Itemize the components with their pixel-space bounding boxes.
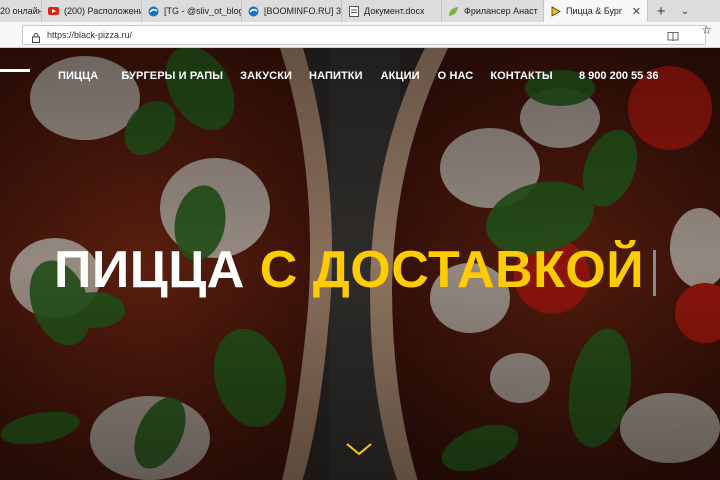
nav-contacts[interactable]: КОНТАКТЫ <box>490 70 552 82</box>
tab-label: Документ.docx <box>364 6 425 16</box>
document-icon <box>348 5 359 17</box>
tab-4[interactable]: [BOOMINFO.RU] 3 <box>242 0 342 22</box>
lock-icon <box>32 30 40 48</box>
tab-label: [BOOMINFO.RU] 3 <box>264 6 341 16</box>
tab-menu-button[interactable]: ⌄ <box>674 0 696 22</box>
tab-active[interactable]: Пицца & Бург ✕ <box>544 0 648 22</box>
edge-icon <box>148 6 159 17</box>
nav-drinks[interactable]: НАПИТКИ <box>309 70 363 82</box>
typing-cursor <box>653 250 656 296</box>
tab-label: 20 онлайн <box>0 6 41 16</box>
tab-label: [TG - @sliv_ot_blog <box>164 6 241 16</box>
scroll-down-chevron-icon[interactable] <box>345 442 373 461</box>
nav-burgers[interactable]: БУРГЕРЫ И РАПЫ <box>121 70 223 82</box>
new-tab-button[interactable]: + <box>648 0 674 22</box>
menu-bar-icon[interactable] <box>0 69 30 72</box>
reading-view-icon[interactable] <box>667 29 679 47</box>
tab-bar: 20 онлайн (200) Расположени [TG - @sliv_… <box>0 0 720 22</box>
tab-label: (200) Расположени <box>64 6 141 16</box>
close-tab-icon[interactable]: ✕ <box>632 5 641 18</box>
url-text: https://black-pizza.ru/ <box>47 30 133 40</box>
tab-6[interactable]: Фрилансер Анаст <box>442 0 544 22</box>
nav-about[interactable]: О НАС <box>438 70 474 82</box>
url-field[interactable]: https://black-pizza.ru/ <box>22 25 706 45</box>
edge-icon <box>248 6 259 17</box>
nav-pizza[interactable]: ПИЦЦА <box>58 70 98 82</box>
tab-2[interactable]: (200) Расположени <box>42 0 142 22</box>
address-bar: https://black-pizza.ru/ ☆ <box>0 22 720 48</box>
favorite-star-icon[interactable]: ☆ <box>701 23 712 37</box>
tab-label: Фрилансер Анаст <box>464 6 538 16</box>
main-nav: ПИЦЦА БУРГЕРЫ И РАПЫ ЗАКУСКИ НАПИТКИ АКЦ… <box>58 70 553 82</box>
nav-snacks[interactable]: ЗАКУСКИ <box>240 70 292 82</box>
headline-yellow: С ДОСТАВКОЙ <box>259 241 645 299</box>
youtube-icon <box>48 6 59 17</box>
tab-5[interactable]: Документ.docx <box>342 0 442 22</box>
tab-label: Пицца & Бург <box>566 6 623 16</box>
web-page: ПИЦЦА БУРГЕРЫ И РАПЫ ЗАКУСКИ НАПИТКИ АКЦ… <box>0 48 720 480</box>
play-icon <box>550 5 561 17</box>
headline-white: ПИЦЦА <box>54 241 260 299</box>
nav-promotions[interactable]: АКЦИИ <box>381 70 420 82</box>
hero-headline: ПИЦЦА С ДОСТАВКОЙ <box>54 240 644 300</box>
tab-1[interactable]: 20 онлайн <box>0 0 42 22</box>
phone-number[interactable]: 8 900 200 55 36 <box>579 70 659 82</box>
tab-3[interactable]: [TG - @sliv_ot_blog <box>142 0 242 22</box>
leaf-icon <box>448 6 459 17</box>
